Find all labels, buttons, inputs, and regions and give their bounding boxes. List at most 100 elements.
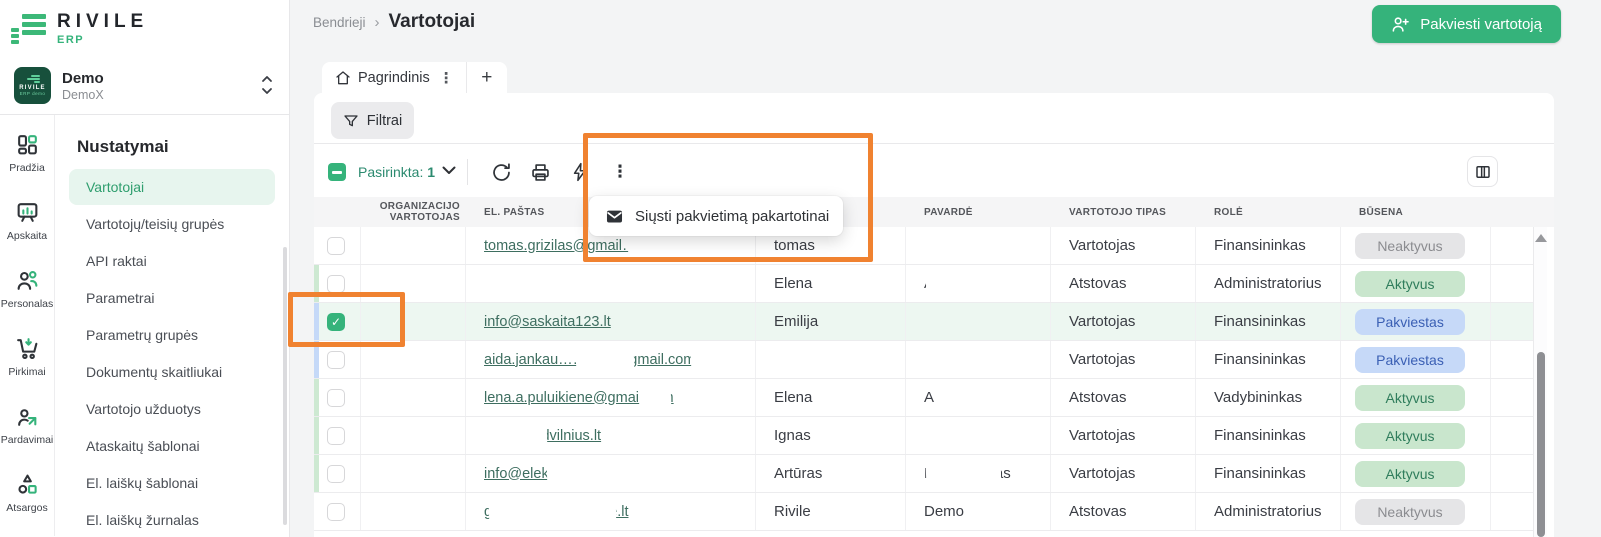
- row-checkbox[interactable]: [327, 275, 345, 293]
- column-header-pavard-[interactable]: PAVARDĖ: [906, 197, 1051, 227]
- breadcrumb-parent[interactable]: Bendrieji: [313, 15, 366, 30]
- row-checkbox[interactable]: [327, 389, 345, 407]
- sales-icon: [14, 403, 40, 429]
- cell-organization: [361, 341, 466, 378]
- cell-organization: [361, 265, 466, 302]
- logo-subtitle: ERP: [57, 34, 148, 46]
- context-menu[interactable]: Siųsti pakvietimą pakartotinai: [589, 196, 843, 236]
- sidebar-item-ataskait-ablonai[interactable]: Ataskaitų šablonai: [69, 428, 275, 464]
- table-scrollbar[interactable]: [1533, 227, 1547, 537]
- cell-checkbox: [314, 417, 361, 454]
- column-settings-button[interactable]: [1467, 156, 1498, 187]
- rail-item-atsargos[interactable]: Atsargos: [0, 471, 54, 514]
- refresh-icon[interactable]: [490, 161, 512, 183]
- cell-status: Aktyvus: [1341, 265, 1491, 302]
- cell-organization: [361, 493, 466, 530]
- rail-item-personalas[interactable]: Personalas: [0, 267, 54, 310]
- cell-role: Administratorius: [1196, 493, 1341, 530]
- column-header-rol-[interactable]: ROLĖ: [1196, 197, 1341, 227]
- cell-first-name: Rivile: [756, 493, 906, 530]
- table-row[interactable]: aida.jankau……ienė@gmail.comVartotojasFin…: [314, 341, 1533, 379]
- sidebar-item-el-lai-k-urnalas[interactable]: El. laiškų žurnalas: [69, 502, 275, 537]
- table-row[interactable]: g……audiene@rivile.ltRivileDemoAtstovasAd…: [314, 493, 1533, 531]
- workspace-name: Demo: [62, 70, 104, 87]
- workspace-selector[interactable]: RIVILE ERP demo Demo DemoX: [0, 57, 289, 115]
- lightning-icon[interactable]: [569, 161, 591, 183]
- sidebar-item-vartotojo-u-duotys[interactable]: Vartotojo užduotys: [69, 391, 275, 427]
- module-rail: Pradžia Apskaita Personalas Pirkimai Pardavi…: [0, 115, 55, 536]
- filters-button[interactable]: Filtrai: [331, 102, 414, 139]
- cell-checkbox: [314, 379, 361, 416]
- row-checkbox[interactable]: [327, 237, 345, 255]
- row-checkbox[interactable]: [327, 351, 345, 369]
- rail-item-pirkimai[interactable]: Pirkimai: [0, 335, 54, 378]
- column-header-vartotojo-tipas[interactable]: VARTOTOJO TIPAS: [1051, 197, 1196, 227]
- sidebar-item-api-raktai[interactable]: API raktai: [69, 243, 275, 279]
- table-row[interactable]: ✓info@saskaita123.ltEmilija………ytėVartoto…: [314, 303, 1533, 341]
- sidebar-item-vartotoj-teisi-grup-s[interactable]: Vartotojų/teisių grupės: [69, 206, 275, 242]
- rail-item-pardavimai[interactable]: Pardavimai: [0, 403, 54, 446]
- cell-email: aida.jankau……ienė@gmail.com: [466, 341, 756, 378]
- select-all-checkbox[interactable]: [328, 163, 346, 181]
- chevron-down-icon[interactable]: [442, 166, 456, 175]
- cell-status: Neaktyvus: [1341, 493, 1491, 530]
- cell-checkbox: [314, 227, 361, 264]
- table-row[interactable]: s…………ienė@rivile.ltElenaA……………AtstovasAd…: [314, 265, 1533, 303]
- cell-role: Vadybininkas: [1196, 379, 1341, 416]
- rail-item-apskaita[interactable]: Apskaita: [0, 199, 54, 242]
- sidebar-item-el-lai-k-ablonai[interactable]: El. laiškų šablonai: [69, 465, 275, 501]
- email-link[interactable]: tomas.grizilas@gmail….: [484, 238, 641, 254]
- cell-last-name: Demo: [906, 493, 1051, 530]
- sidebar-item-dokument-skaitliukai[interactable]: Dokumentų skaitliukai: [69, 354, 275, 390]
- context-menu-item-resend-invite[interactable]: Siųsti pakvietimą pakartotinai: [635, 208, 829, 225]
- menu-scrollbar[interactable]: [283, 247, 287, 525]
- cell-status: Neaktyvus: [1341, 227, 1491, 264]
- column-header-organizacijo-vartotojas[interactable]: ORGANIZACIJO VARTOTOJAS: [361, 197, 466, 227]
- more-actions-kebab-icon[interactable]: ⋮: [609, 161, 631, 183]
- cell-status: Pakviestas: [1341, 303, 1491, 340]
- row-checkbox[interactable]: [327, 427, 345, 445]
- mail-icon: [605, 207, 624, 226]
- scrollbar-thumb[interactable]: [1537, 352, 1545, 537]
- content-card: Filtrai Pasirinkta: 1: [314, 93, 1554, 537]
- sidebar-item-parametr-grup-s[interactable]: Parametrų grupės: [69, 317, 275, 353]
- tab-kebab-icon[interactable]: ⋮: [437, 69, 456, 87]
- cell-spacer: [1491, 265, 1533, 302]
- table-row[interactable]: ignas@bdvilnius.ltIgnasKazlau……Vartotoja…: [314, 417, 1533, 455]
- rail-item-pradžia[interactable]: Pradžia: [0, 131, 54, 174]
- app-logo: RIVILE ERP: [0, 0, 289, 57]
- tab-pagrindinis[interactable]: Pagrindinis ⋮: [322, 62, 466, 93]
- column-header-empty: [314, 197, 361, 227]
- cell-first-name: Artūras: [756, 455, 906, 492]
- scroll-up-arrow-icon[interactable]: [1535, 234, 1547, 242]
- cell-spacer: [1491, 379, 1533, 416]
- table-row[interactable]: info@elektrapos.ltArtūrasP………akasVartoto…: [314, 455, 1533, 493]
- column-header-b-sena[interactable]: BŪSENA: [1341, 197, 1491, 227]
- dashboard-icon: [14, 131, 40, 157]
- settings-menu-title: Nustatymai: [77, 137, 289, 157]
- sidebar-item-parametrai[interactable]: Parametrai: [69, 280, 275, 316]
- cell-user-type: Vartotojas: [1051, 227, 1196, 264]
- sidebar-item-vartotojai[interactable]: Vartotojai: [69, 169, 275, 205]
- cell-checkbox: [314, 341, 361, 378]
- view-tabs: Pagrindinis ⋮ +: [322, 62, 507, 93]
- rivile-logo-icon: [10, 12, 48, 45]
- email-link[interactable]: info@saskaita123.lt: [484, 314, 611, 330]
- print-icon[interactable]: [529, 161, 551, 183]
- table-row[interactable]: lena.a.puluikiene@gmail.comElenaAAtstova…: [314, 379, 1533, 417]
- add-tab-button[interactable]: +: [466, 62, 507, 93]
- cell-last-name: A……………: [906, 265, 1051, 302]
- chevron-updown-icon[interactable]: [261, 74, 273, 96]
- table-row[interactable]: tomas.grizilas@gmail….tomasVartotojasFin…: [314, 227, 1533, 265]
- cell-last-name: [906, 227, 1051, 264]
- row-checkbox[interactable]: [327, 503, 345, 521]
- row-checkbox[interactable]: ✓: [327, 313, 345, 331]
- status-badge: Aktyvus: [1355, 385, 1465, 411]
- status-badge: Aktyvus: [1355, 271, 1465, 297]
- invite-user-button[interactable]: Pakviesti vartotoją: [1372, 5, 1561, 43]
- cell-first-name: Elena: [756, 265, 906, 302]
- cell-role: Finansininkas: [1196, 455, 1341, 492]
- chevron-right-icon: ›: [375, 14, 380, 31]
- rail-item-label: Atsargos: [6, 502, 47, 514]
- row-checkbox[interactable]: [327, 465, 345, 483]
